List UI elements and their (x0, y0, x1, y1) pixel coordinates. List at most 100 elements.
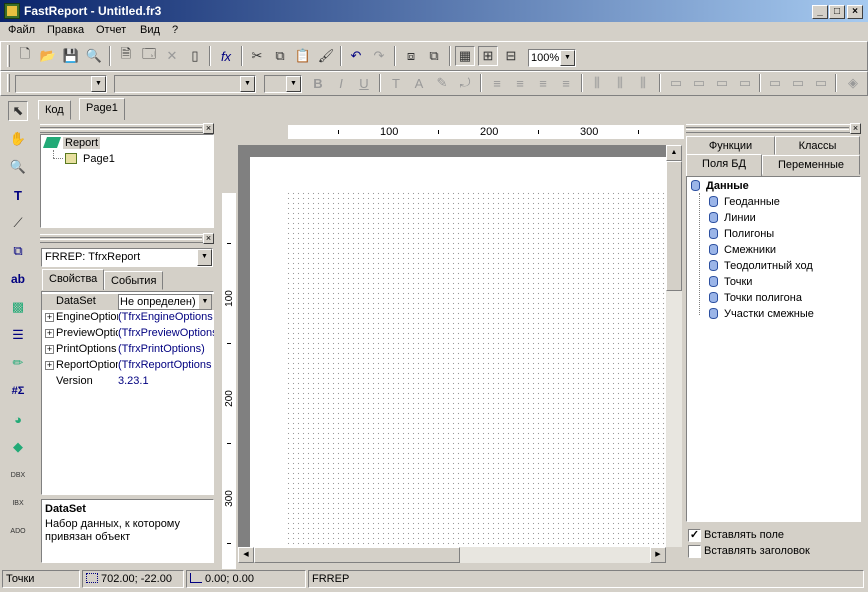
font-color-icon[interactable]: A (409, 73, 429, 93)
insert-field-checkbox[interactable]: ✓ (688, 529, 701, 542)
shadow-icon[interactable]: ▭ (811, 73, 831, 93)
subreport-icon[interactable]: ☰ (8, 325, 28, 345)
show-grid-icon[interactable]: ▦ (455, 46, 475, 66)
system-text-icon[interactable]: #Σ (8, 381, 28, 401)
close-button[interactable]: × (847, 5, 863, 19)
scroll-right-icon[interactable]: ▶ (650, 547, 666, 563)
tree-dataset-item[interactable]: Участки смежные (709, 308, 814, 324)
align-to-grid-icon[interactable]: ⊞ (478, 46, 498, 66)
function-icon[interactable]: fx (216, 46, 236, 66)
zoom-tool-icon[interactable]: 🔍 (8, 157, 28, 177)
frame-right-icon[interactable]: ▭ (735, 73, 755, 93)
paste-icon[interactable]: 📋 (293, 46, 313, 66)
new-dialog-icon[interactable]: 🗔 (139, 46, 159, 66)
align-justify-icon[interactable]: ≡ (556, 73, 576, 93)
menu-view[interactable]: Вид (140, 24, 160, 36)
tree-dataset-item[interactable]: Полигоны (709, 228, 774, 244)
prop-row[interactable]: +ReportOptions(TfrxReportOptions (42, 358, 214, 374)
align-left-icon[interactable]: ≡ (487, 73, 507, 93)
object-select[interactable]: FRREP: TfrxReport ▼ (41, 248, 213, 267)
scroll-up-icon[interactable]: ▲ (666, 145, 682, 161)
horizontal-scrollbar[interactable]: ◀ ▶ (238, 547, 666, 563)
text-tool-icon[interactable]: T (8, 185, 28, 205)
expand-icon[interactable]: + (45, 329, 54, 338)
report-page[interactable] (250, 157, 666, 547)
vertical-scrollbar[interactable]: ▲ (666, 145, 682, 547)
menu-edit[interactable]: Правка (47, 24, 84, 36)
tab-events[interactable]: События (104, 271, 164, 290)
menu-file[interactable]: Файл (8, 24, 35, 36)
align-center-icon[interactable]: ≡ (510, 73, 530, 93)
picture-icon[interactable]: ▩ (8, 297, 28, 317)
tab-page1[interactable]: Page1 (79, 98, 125, 120)
prop-row[interactable]: +EngineOptions(TfrxEngineOptions (42, 310, 214, 326)
chevron-down-icon[interactable]: ▼ (560, 50, 575, 66)
tab-properties[interactable]: Свойства (42, 269, 105, 290)
select-tool-icon[interactable]: ⬉ (8, 101, 28, 121)
design-grid[interactable] (286, 191, 666, 547)
valign-bottom-icon[interactable]: ⫼ (633, 73, 653, 93)
undo-icon[interactable]: ↶ (346, 46, 366, 66)
frame-all-icon[interactable]: ▭ (765, 73, 785, 93)
fit-to-grid-icon[interactable]: ⊟ (501, 46, 521, 66)
ibx-icon[interactable]: IBX (8, 493, 28, 513)
valign-middle-icon[interactable]: ⫼ (610, 73, 630, 93)
align-right-icon[interactable]: ≡ (533, 73, 553, 93)
shape-icon[interactable]: ◕ (8, 409, 28, 429)
zoom-select[interactable]: 100% ▼ (528, 49, 576, 67)
ado-icon[interactable]: ADO (8, 521, 28, 541)
dataset-combo[interactable]: Не определен) ▼ (118, 294, 212, 310)
font-size-select[interactable]: ▼ (264, 75, 302, 93)
frame-left-icon[interactable]: ▭ (712, 73, 732, 93)
underline-icon[interactable]: U (354, 73, 374, 93)
hand-tool-icon[interactable]: ✋ (8, 129, 28, 149)
memo-icon[interactable]: ab (8, 269, 28, 289)
close-icon[interactable]: × (850, 123, 861, 134)
frame-none-icon[interactable]: ▭ (788, 73, 808, 93)
scroll-thumb[interactable] (254, 547, 460, 563)
prop-row[interactable]: DataSet Не определен) ▼ (42, 294, 214, 310)
redo-icon[interactable]: ↷ (369, 46, 389, 66)
valign-top-icon[interactable]: ⫼ (587, 73, 607, 93)
expand-icon[interactable]: + (45, 313, 54, 322)
insert-header-checkbox[interactable] (688, 545, 701, 558)
group-icon[interactable]: ⧈ (401, 46, 421, 66)
preview-icon[interactable]: 🔍 (84, 46, 104, 66)
tree-dataset-item[interactable]: Точки полигона (709, 292, 802, 308)
line-tool-icon[interactable]: ✏ (8, 353, 28, 373)
prop-row[interactable]: + PrintOptions (TfrxPrintOptions) (42, 342, 214, 358)
chevron-down-icon[interactable]: ▼ (91, 76, 106, 92)
chevron-down-icon[interactable]: ▼ (199, 295, 211, 309)
delete-page-icon[interactable]: ✕ (162, 46, 182, 66)
tree-page1[interactable]: Page1 (83, 153, 115, 165)
chevron-down-icon[interactable]: ▼ (286, 76, 301, 92)
minimize-button[interactable]: _ (812, 5, 828, 19)
tree-data-root[interactable]: Данные (691, 180, 749, 192)
chevron-down-icon[interactable]: ▼ (197, 249, 212, 266)
tab-variables[interactable]: Переменные (762, 155, 860, 175)
bold-icon[interactable]: B (308, 73, 328, 93)
tab-functions[interactable]: Функции (686, 136, 775, 155)
italic-icon[interactable]: I (331, 73, 351, 93)
tab-classes[interactable]: Классы (775, 136, 860, 155)
open-icon[interactable]: 📂 (38, 46, 58, 66)
tab-db-fields[interactable]: Поля БД (686, 154, 762, 176)
tree-dataset-item[interactable]: Точки (709, 276, 752, 292)
tree-dataset-item[interactable]: Линии (709, 212, 756, 228)
highlight-icon[interactable]: ✎ (432, 73, 452, 93)
font-name-select[interactable]: ▼ (114, 75, 256, 93)
tree-dataset-item[interactable]: Смежники (709, 244, 776, 260)
fill-color-icon[interactable]: ◈ (843, 73, 863, 93)
tree-dataset-item[interactable]: Геоданные (709, 196, 780, 212)
scroll-thumb[interactable] (666, 161, 682, 291)
style-select[interactable]: ▼ (15, 75, 107, 93)
prop-row[interactable]: +PreviewOptions(TfrxPreviewOptions (42, 326, 214, 342)
chevron-down-icon[interactable]: ▼ (240, 76, 255, 92)
new-icon[interactable]: 🗋 (15, 46, 35, 66)
menu-report[interactable]: Отчет (96, 24, 126, 36)
tab-code[interactable]: Код (38, 100, 71, 120)
tree-dataset-item[interactable]: Теодолитный ход (709, 260, 813, 276)
prop-row[interactable]: Version 3.23.1 (42, 374, 214, 390)
maximize-button[interactable]: □ (829, 5, 845, 19)
font-settings-icon[interactable]: T (386, 73, 406, 93)
